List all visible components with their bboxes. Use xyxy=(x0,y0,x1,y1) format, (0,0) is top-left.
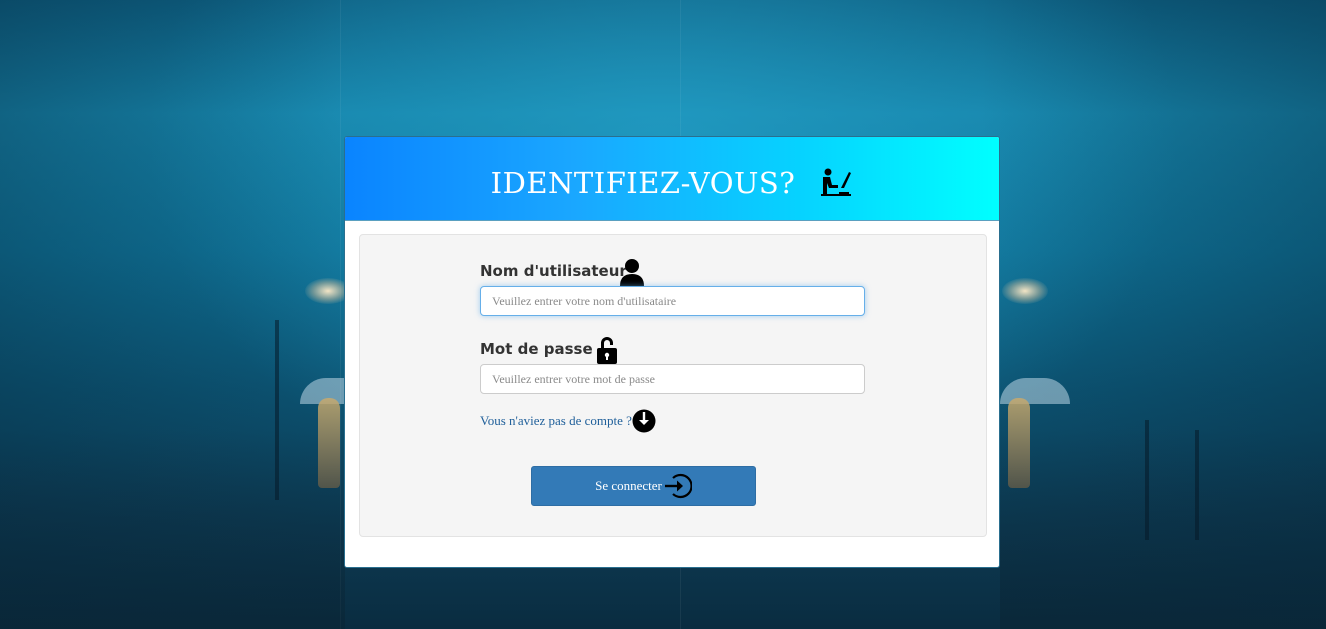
login-button[interactable]: Se connecter xyxy=(531,466,756,506)
background-post xyxy=(1145,420,1149,540)
signup-link[interactable]: Vous n'aviez pas de compte ? xyxy=(480,413,632,429)
login-button-label: Se connecter xyxy=(595,478,662,493)
background-pier-left xyxy=(0,429,345,629)
background-pier-right xyxy=(1000,429,1326,629)
background-post xyxy=(275,320,279,500)
user-icon xyxy=(620,259,644,286)
person-at-desk-icon xyxy=(821,168,852,196)
background-lamp-right xyxy=(1002,278,1048,304)
username-input[interactable] xyxy=(480,286,865,316)
lock-icon xyxy=(597,337,617,364)
login-panel: IDENTIFIEZ-VOUS? Nom d'utilisateur Mot d… xyxy=(344,136,1000,568)
background-person-right xyxy=(1008,398,1030,488)
login-form: Nom d'utilisateur Mot de passe Vous n'av… xyxy=(359,234,987,537)
page-title: IDENTIFIEZ-VOUS? xyxy=(490,165,796,200)
password-input[interactable] xyxy=(480,364,865,394)
background-post xyxy=(1195,430,1199,540)
arrow-down-circle-icon[interactable] xyxy=(632,409,656,433)
login-header: IDENTIFIEZ-VOUS? xyxy=(345,137,999,221)
sign-in-arrow-icon xyxy=(664,473,692,499)
background-person-left xyxy=(318,398,340,488)
username-label: Nom d'utilisateur xyxy=(480,262,627,280)
password-label: Mot de passe xyxy=(480,340,593,358)
